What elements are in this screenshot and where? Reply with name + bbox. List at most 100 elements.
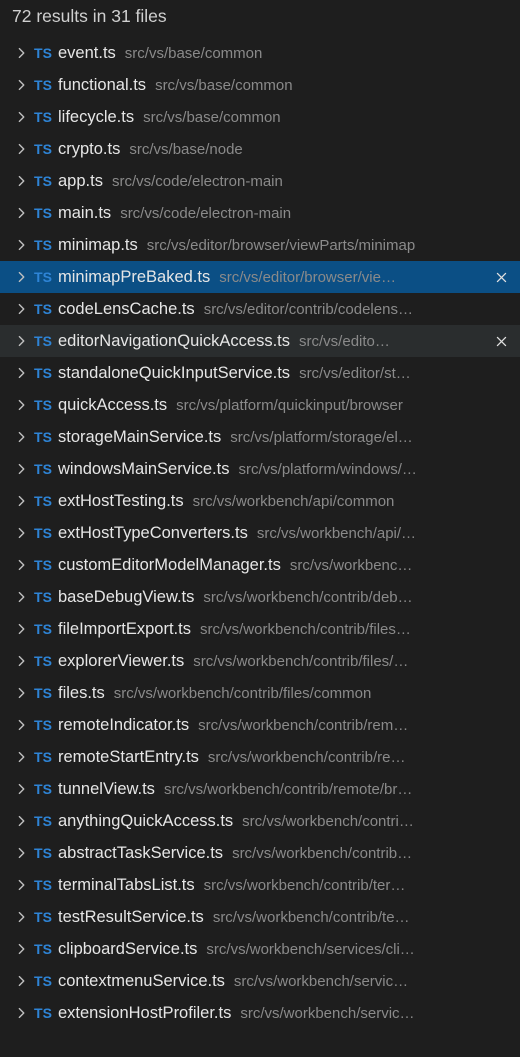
search-result-row[interactable]: TSapp.tssrc/vs/code/electron-main (0, 165, 520, 197)
result-path: src/vs/base/common (143, 109, 281, 126)
result-label: anythingQuickAccess.tssrc/vs/workbench/c… (58, 812, 512, 831)
search-result-row[interactable]: TSevent.tssrc/vs/base/common (0, 37, 520, 69)
search-result-row[interactable]: TStunnelView.tssrc/vs/workbench/contrib/… (0, 773, 520, 805)
chevron-right-icon[interactable] (14, 814, 30, 828)
result-path: src/vs/workbench/api/… (257, 525, 416, 542)
search-result-row[interactable]: TSeditorNavigationQuickAccess.tssrc/vs/e… (0, 325, 520, 357)
result-label: customEditorModelManager.tssrc/vs/workbe… (58, 556, 512, 575)
file-type-icon: TS (30, 269, 58, 285)
search-result-row[interactable]: TSextensionHostProfiler.tssrc/vs/workben… (0, 997, 520, 1029)
search-result-row[interactable]: TSfunctional.tssrc/vs/base/common (0, 69, 520, 101)
result-path: src/vs/workbench/contrib… (232, 845, 412, 862)
search-result-row[interactable]: TSminimap.tssrc/vs/editor/browser/viewPa… (0, 229, 520, 261)
close-icon[interactable] (490, 330, 512, 352)
search-result-row[interactable]: TScontextmenuService.tssrc/vs/workbench/… (0, 965, 520, 997)
file-type-icon: TS (30, 1005, 58, 1021)
chevron-right-icon[interactable] (14, 686, 30, 700)
chevron-right-icon[interactable] (14, 238, 30, 252)
search-result-row[interactable]: TSclipboardService.tssrc/vs/workbench/se… (0, 933, 520, 965)
chevron-right-icon[interactable] (14, 398, 30, 412)
chevron-right-icon[interactable] (14, 1006, 30, 1020)
result-label: extensionHostProfiler.tssrc/vs/workbench… (58, 1004, 512, 1023)
result-label: event.tssrc/vs/base/common (58, 44, 512, 63)
chevron-right-icon[interactable] (14, 590, 30, 604)
search-result-row[interactable]: TSmain.tssrc/vs/code/electron-main (0, 197, 520, 229)
results-summary: 72 results in 31 files (0, 0, 520, 37)
result-filename: minimap.ts (58, 236, 138, 255)
chevron-right-icon[interactable] (14, 46, 30, 60)
chevron-right-icon[interactable] (14, 110, 30, 124)
chevron-right-icon[interactable] (14, 334, 30, 348)
result-label: windowsMainService.tssrc/vs/platform/win… (58, 460, 512, 479)
result-filename: storageMainService.ts (58, 428, 221, 447)
result-label: lifecycle.ts src/vs/base/common (58, 108, 512, 127)
chevron-right-icon[interactable] (14, 974, 30, 988)
search-result-row[interactable]: TSextHostTesting.tssrc/vs/workbench/api/… (0, 485, 520, 517)
search-result-row[interactable]: TSremoteIndicator.tssrc/vs/workbench/con… (0, 709, 520, 741)
result-filename: clipboardService.ts (58, 940, 197, 959)
chevron-right-icon[interactable] (14, 302, 30, 316)
file-type-icon: TS (30, 461, 58, 477)
chevron-right-icon[interactable] (14, 558, 30, 572)
chevron-right-icon[interactable] (14, 750, 30, 764)
file-type-icon: TS (30, 493, 58, 509)
chevron-right-icon[interactable] (14, 846, 30, 860)
search-result-row[interactable]: TScodeLensCache.tssrc/vs/editor/contrib/… (0, 293, 520, 325)
chevron-right-icon[interactable] (14, 206, 30, 220)
search-result-row[interactable]: TScrypto.tssrc/vs/base/node (0, 133, 520, 165)
chevron-right-icon[interactable] (14, 942, 30, 956)
chevron-right-icon[interactable] (14, 878, 30, 892)
chevron-right-icon[interactable] (14, 462, 30, 476)
result-path: src/vs/workbench/contrib/deb… (203, 589, 412, 606)
chevron-right-icon[interactable] (14, 494, 30, 508)
result-path: src/vs/workbench/servic… (234, 973, 408, 990)
result-label: remoteStartEntry.tssrc/vs/workbench/cont… (58, 748, 512, 767)
chevron-right-icon[interactable] (14, 78, 30, 92)
file-type-icon: TS (30, 77, 58, 93)
search-result-row[interactable]: TSbaseDebugView.tssrc/vs/workbench/contr… (0, 581, 520, 613)
search-result-row[interactable]: TSquickAccess.tssrc/vs/platform/quickinp… (0, 389, 520, 421)
search-result-row[interactable]: TSfileImportExport.tssrc/vs/workbench/co… (0, 613, 520, 645)
search-result-row[interactable]: TSstandaloneQuickInputService.tssrc/vs/e… (0, 357, 520, 389)
search-result-row[interactable]: TSminimapPreBaked.tssrc/vs/editor/browse… (0, 261, 520, 293)
chevron-right-icon[interactable] (14, 782, 30, 796)
result-filename: customEditorModelManager.ts (58, 556, 281, 575)
result-path: src/vs/edito… (299, 333, 390, 350)
chevron-right-icon[interactable] (14, 366, 30, 380)
chevron-right-icon[interactable] (14, 622, 30, 636)
search-result-row[interactable]: TSstorageMainService.tssrc/vs/platform/s… (0, 421, 520, 453)
result-label: crypto.tssrc/vs/base/node (58, 140, 512, 159)
chevron-right-icon[interactable] (14, 718, 30, 732)
file-type-icon: TS (30, 333, 58, 349)
result-filename: functional.ts (58, 76, 146, 95)
search-result-row[interactable]: TSwindowsMainService.tssrc/vs/platform/w… (0, 453, 520, 485)
chevron-right-icon[interactable] (14, 526, 30, 540)
result-label: main.tssrc/vs/code/electron-main (58, 204, 512, 223)
search-result-row[interactable]: TSexplorerViewer.tssrc/vs/workbench/cont… (0, 645, 520, 677)
search-result-row[interactable]: TSextHostTypeConverters.tssrc/vs/workben… (0, 517, 520, 549)
chevron-right-icon[interactable] (14, 654, 30, 668)
file-type-icon: TS (30, 653, 58, 669)
search-result-row[interactable]: TSabstractTaskService.tssrc/vs/workbench… (0, 837, 520, 869)
search-result-row[interactable]: TSlifecycle.tssrc/vs/base/common (0, 101, 520, 133)
result-filename: lifecycle.ts (58, 108, 134, 127)
search-result-row[interactable]: TSremoteStartEntry.tssrc/vs/workbench/co… (0, 741, 520, 773)
chevron-right-icon[interactable] (14, 174, 30, 188)
chevron-right-icon[interactable] (14, 270, 30, 284)
result-path: src/vs/workbench/services/cli… (206, 941, 414, 958)
search-result-row[interactable]: TScustomEditorModelManager.tssrc/vs/work… (0, 549, 520, 581)
search-result-row[interactable]: TSterminalTabsList.tssrc/vs/workbench/co… (0, 869, 520, 901)
search-result-row[interactable]: TSfiles.tssrc/vs/workbench/contrib/files… (0, 677, 520, 709)
chevron-right-icon[interactable] (14, 430, 30, 444)
search-result-row[interactable]: TStestResultService.tssrc/vs/workbench/c… (0, 901, 520, 933)
file-type-icon: TS (30, 589, 58, 605)
file-type-icon: TS (30, 813, 58, 829)
search-result-row[interactable]: TSanythingQuickAccess.tssrc/vs/workbench… (0, 805, 520, 837)
chevron-right-icon[interactable] (14, 142, 30, 156)
close-icon[interactable] (490, 266, 512, 288)
file-type-icon: TS (30, 141, 58, 157)
chevron-right-icon[interactable] (14, 910, 30, 924)
file-type-icon: TS (30, 685, 58, 701)
result-label: files.tssrc/vs/workbench/contrib/files/c… (58, 684, 512, 703)
result-label: app.tssrc/vs/code/electron-main (58, 172, 512, 191)
